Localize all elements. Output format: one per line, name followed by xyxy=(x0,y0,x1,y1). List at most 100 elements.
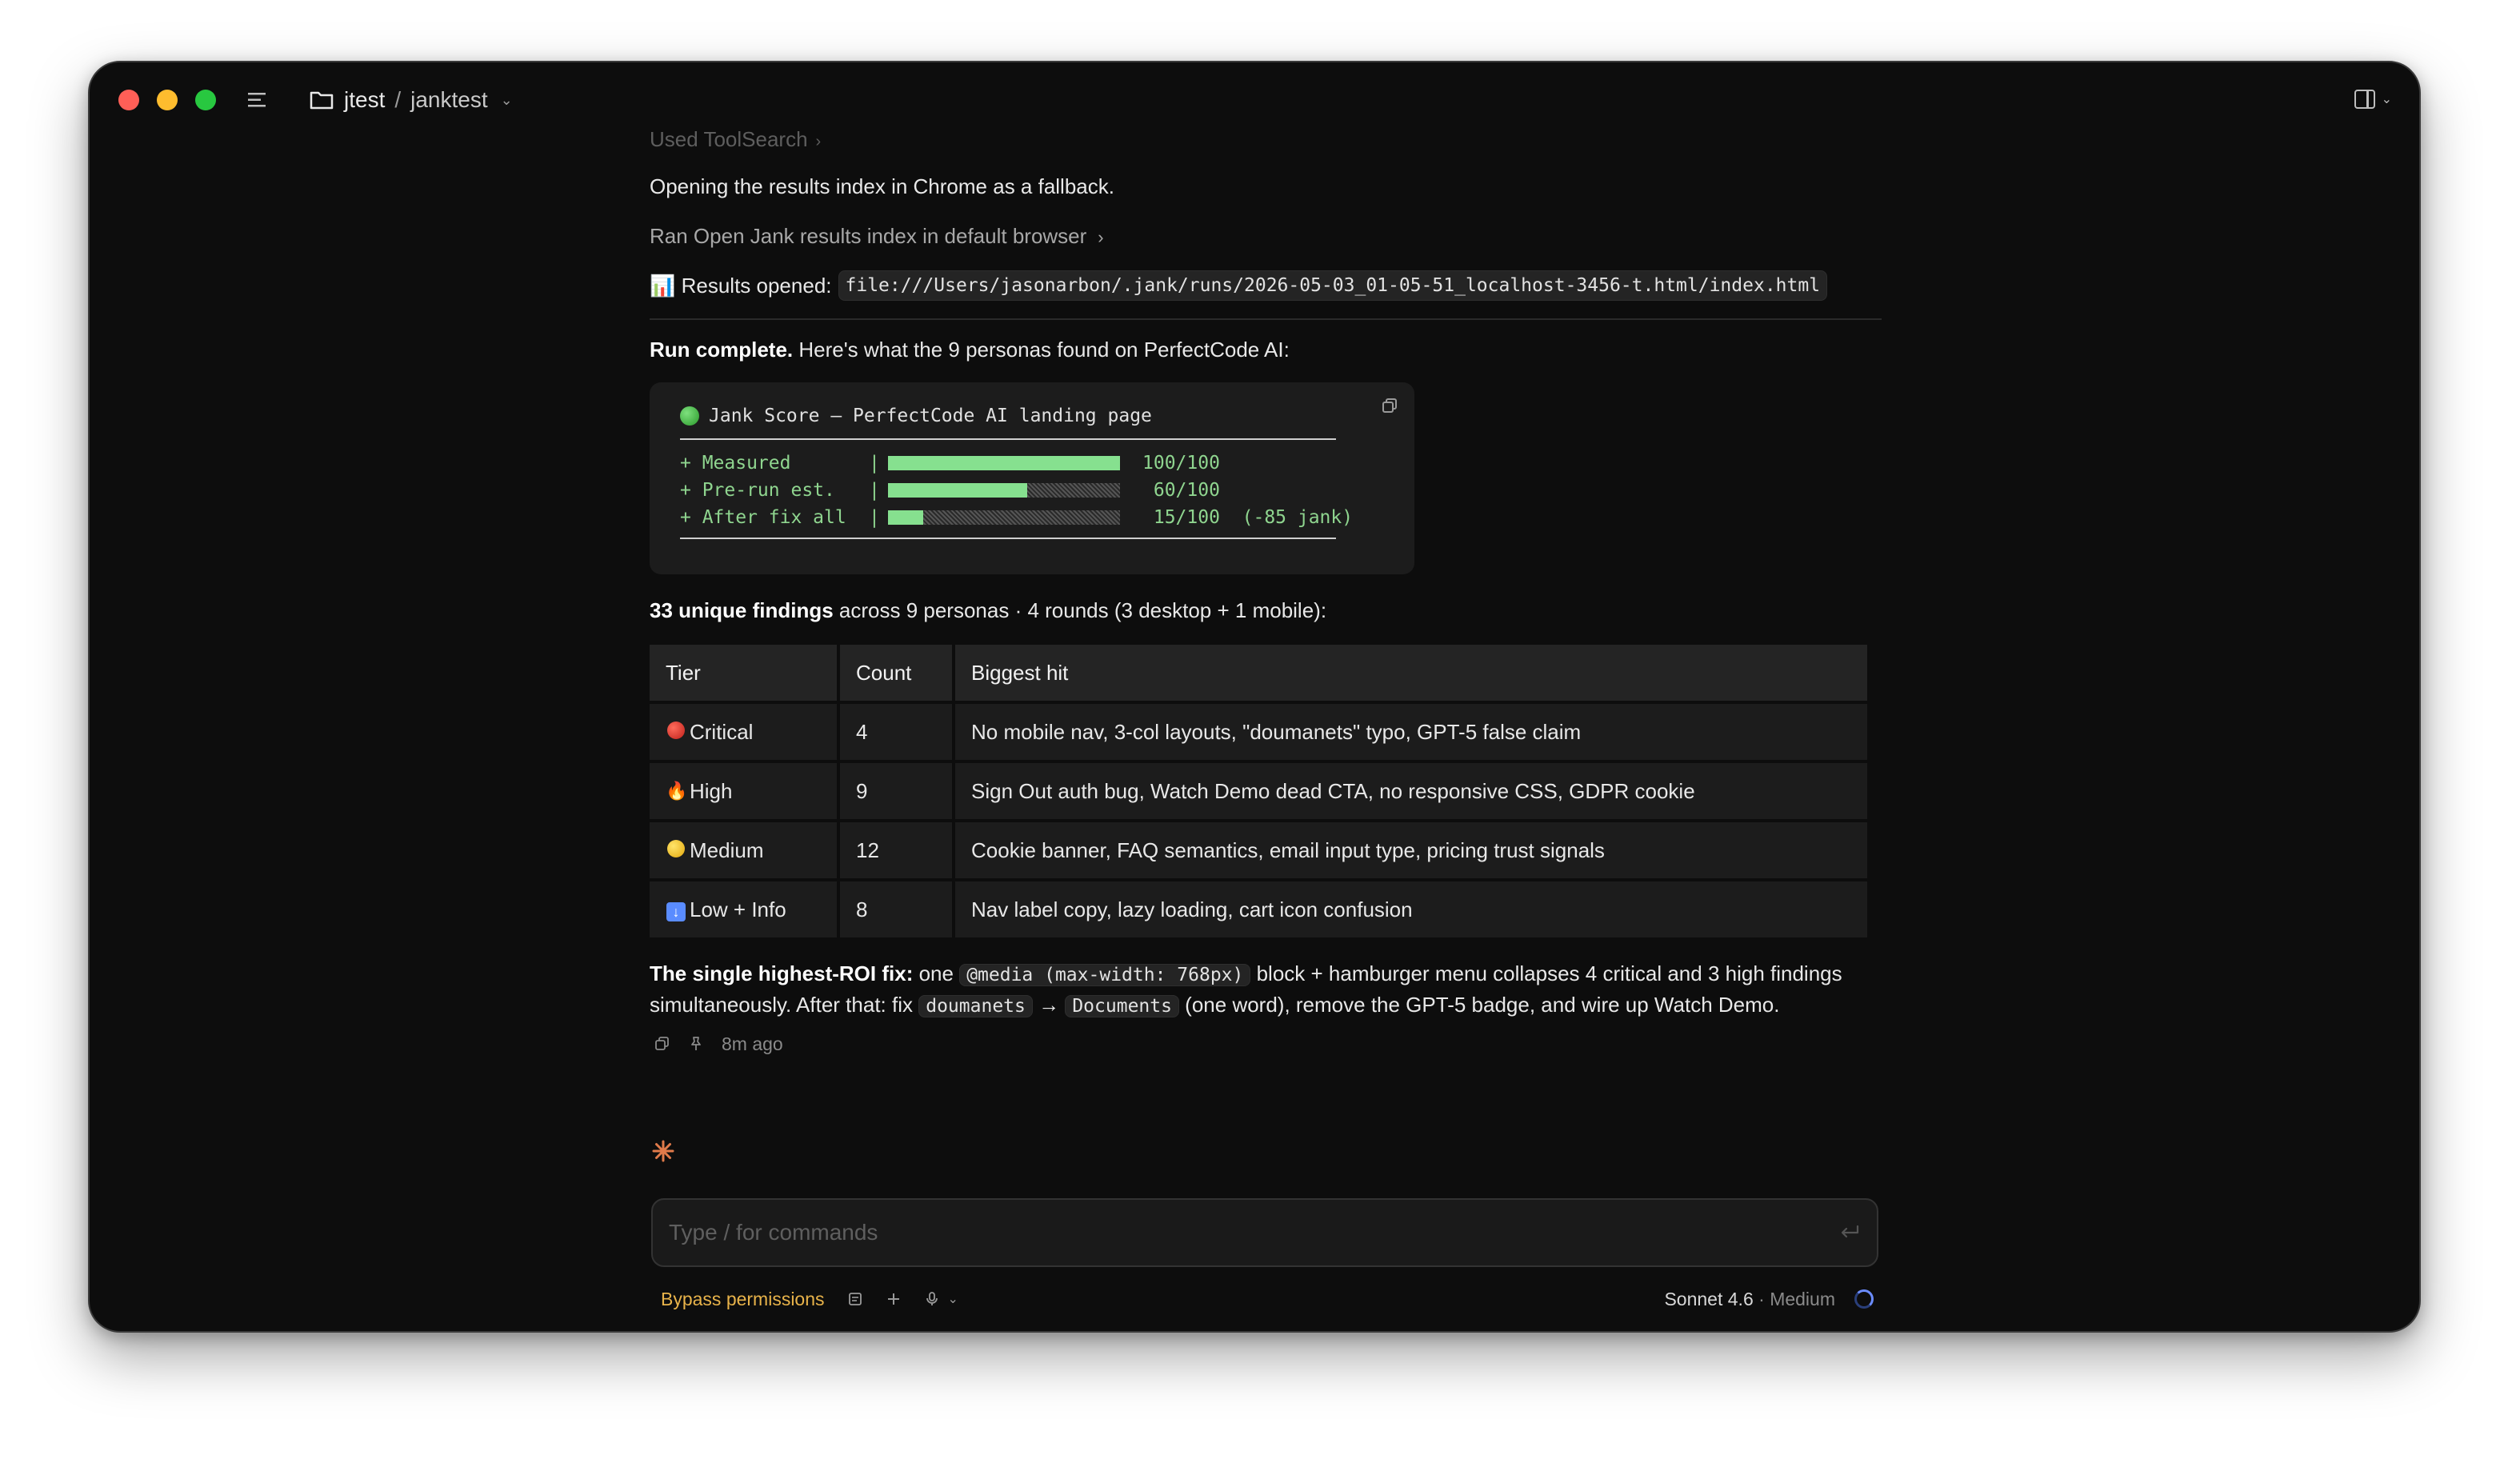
score-pipe: | xyxy=(869,480,880,501)
biggest-hit-cell: Cookie banner, FAQ semantics, email inpu… xyxy=(955,822,1867,878)
score-bar-track xyxy=(888,483,1120,498)
tier-cell: Medium xyxy=(650,822,837,878)
score-bar-track xyxy=(888,510,1120,525)
score-row-pre-run: + Pre-run est. | 60/100 xyxy=(680,477,1384,504)
table-row: ↓ Low + Info 8 Nav label copy, lazy loadi… xyxy=(650,881,1867,937)
score-bar-fill xyxy=(888,456,1120,470)
roi-paragraph: The single highest-ROI fix: one @media (… xyxy=(650,958,1882,1021)
column-header-biggest-hit: Biggest hit xyxy=(955,645,1867,701)
tool-call-label: Ran Open Jank results index in default b… xyxy=(650,224,1087,248)
chat-transcript: Used ToolSearch › Opening the results ind… xyxy=(650,123,1882,1059)
table-row: 🔥 High 9 Sign Out auth bug, Watch Demo de… xyxy=(650,763,1867,819)
score-value: 60/100 xyxy=(1142,480,1220,501)
tier-label: High xyxy=(690,779,733,803)
findings-summary: 33 unique findings across 9 personas · 4… xyxy=(650,595,1882,626)
close-window-button[interactable] xyxy=(118,90,139,110)
score-value: 15/100 (-85 jank) xyxy=(1142,507,1354,528)
inline-code: Documents xyxy=(1065,995,1179,1017)
composer-footer: Bypass permissions ⌄ Sonnet 4.6 · Medium xyxy=(651,1283,1878,1315)
inline-code: doumanets xyxy=(918,995,1033,1017)
zoom-window-button[interactable] xyxy=(195,90,216,110)
window-controls xyxy=(118,90,216,110)
command-input[interactable] xyxy=(669,1220,1838,1245)
tier-cell: ↓ Low + Info xyxy=(650,881,837,937)
score-bar-track xyxy=(888,456,1120,470)
sparkle-activity-icon xyxy=(652,1140,674,1162)
sidebar-toggle-icon[interactable] xyxy=(246,90,269,110)
chevron-right-icon: › xyxy=(815,133,822,150)
table-row: Medium 12 Cookie banner, FAQ semantics, … xyxy=(650,822,1867,878)
chevron-right-icon: › xyxy=(1098,227,1104,247)
tool-call-label: Used ToolSearch xyxy=(650,127,808,151)
assistant-message: Opening the results index in Chrome as a… xyxy=(650,174,1114,198)
score-label: + Measured xyxy=(680,453,791,474)
score-value: 100/100 xyxy=(1142,453,1220,474)
code-rule-bottom xyxy=(680,538,1336,539)
panel-icon xyxy=(2354,90,2375,109)
count-cell: 12 xyxy=(840,822,952,878)
jank-score-code-block: Jank Score — PerfectCode AI landing page… xyxy=(650,382,1414,574)
findings-bold: 33 unique findings xyxy=(650,598,834,622)
chevron-down-icon: ⌄ xyxy=(947,1293,958,1306)
fire-icon: 🔥 xyxy=(666,781,688,801)
copy-icon[interactable] xyxy=(654,1036,670,1052)
add-button[interactable] xyxy=(886,1291,902,1307)
app-window: jtest / janktest ⌄ ⌄ Used ToolSearch › Op… xyxy=(88,61,2421,1333)
table-header-row: Tier Count Biggest hit xyxy=(650,645,1867,701)
roi-text: (one word), remove the GPT-5 badge, and … xyxy=(1178,993,1780,1017)
plus-icon xyxy=(887,1293,899,1305)
pin-icon[interactable] xyxy=(688,1036,704,1052)
tier-cell: Critical xyxy=(650,704,837,760)
red-circle-icon xyxy=(667,722,685,739)
table-row: Critical 4 No mobile nav, 3-col layouts,… xyxy=(650,704,1867,760)
run-complete-bold: Run complete. xyxy=(650,338,794,362)
model-separator: · xyxy=(1753,1288,1770,1309)
tool-call-collapsed[interactable]: Used ToolSearch › xyxy=(650,123,1882,155)
findings-table: Tier Count Biggest hit Critical 4 No mob… xyxy=(646,642,1870,941)
biggest-hit-cell: Sign Out auth bug, Watch Demo dead CTA, … xyxy=(955,763,1867,819)
microphone-button[interactable]: ⌄ xyxy=(924,1291,958,1307)
effort-level: Medium xyxy=(1770,1288,1835,1309)
path-root: jtest xyxy=(344,87,386,112)
roi-bold: The single highest-ROI fix: xyxy=(650,961,914,985)
code-block-title: Jank Score — PerfectCode AI landing page xyxy=(680,400,1384,432)
divider xyxy=(650,318,1882,320)
tier-cell: 🔥 High xyxy=(650,763,837,819)
tier-label: Medium xyxy=(690,838,764,862)
count-cell: 8 xyxy=(840,881,952,937)
project-path[interactable]: jtest / janktest ⌄ xyxy=(309,83,513,117)
green-circle-icon xyxy=(680,406,699,426)
results-label: 📊 Results opened: xyxy=(650,274,832,298)
score-row-after-fix: + After fix all | 15/100 (-85 jank) xyxy=(680,504,1384,531)
model-name: Sonnet 4.6 xyxy=(1664,1288,1754,1309)
minimize-window-button[interactable] xyxy=(157,90,178,110)
score-pipe: | xyxy=(869,507,880,528)
run-complete-line: Run complete. Here's what the 9 personas… xyxy=(650,334,1882,365)
copy-icon[interactable] xyxy=(1381,397,1398,414)
inline-code: @media (max-width: 768px) xyxy=(959,964,1251,986)
column-header-tier: Tier xyxy=(650,645,837,701)
jank-score-title: Jank Score — PerfectCode AI landing page xyxy=(709,406,1152,426)
roi-text: one xyxy=(913,961,960,985)
tool-call-expander[interactable]: Ran Open Jank results index in default b… xyxy=(650,221,1882,253)
bypass-permissions-toggle[interactable]: Bypass permissions xyxy=(661,1289,825,1310)
code-rule-top xyxy=(680,438,1336,440)
down-arrow-icon: ↓ xyxy=(666,902,686,921)
score-label: + After fix all xyxy=(680,507,846,528)
message-composer xyxy=(651,1198,1878,1267)
findings-text: across 9 personas · 4 rounds (3 desktop … xyxy=(833,598,1327,622)
message-timestamp: 8m ago xyxy=(722,1033,783,1054)
model-selector[interactable]: Sonnet 4.6 · Medium xyxy=(1664,1289,1835,1310)
path-separator: / xyxy=(394,87,402,112)
panel-toggle-button[interactable]: ⌄ xyxy=(2354,90,2392,109)
results-opened-line: 📊 Results opened: file:///Users/jasonarb… xyxy=(650,270,1882,301)
microphone-icon xyxy=(926,1292,938,1305)
attach-context-button[interactable] xyxy=(847,1291,863,1307)
enter-return-icon[interactable] xyxy=(1838,1223,1861,1242)
yellow-circle-icon xyxy=(667,840,685,857)
biggest-hit-cell: Nav label copy, lazy loading, cart icon … xyxy=(955,881,1867,937)
column-header-count: Count xyxy=(840,645,952,701)
count-cell: 4 xyxy=(840,704,952,760)
chevron-down-icon: ⌄ xyxy=(2381,93,2392,106)
score-row-measured: + Measured | 100/100 xyxy=(680,450,1384,477)
